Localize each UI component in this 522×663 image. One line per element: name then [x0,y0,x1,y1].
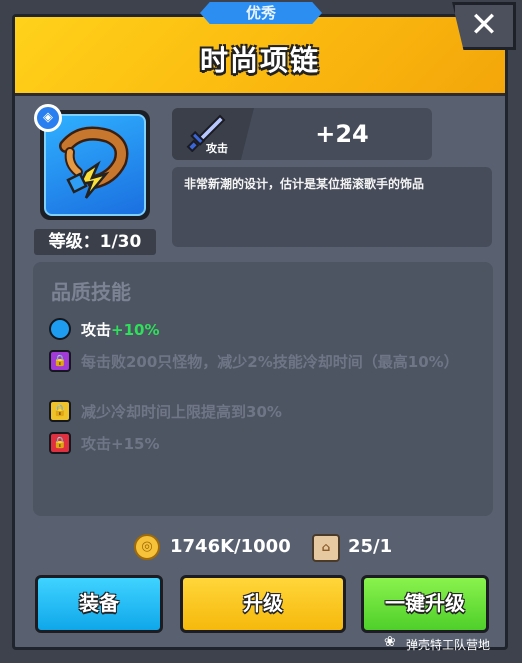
dialog-header: 时尚项链 [15,17,505,96]
coin-cost-text: 1746K/1000 [170,536,291,557]
wechat-icon: ❀ [384,634,396,650]
skill-name: 攻击 [81,321,112,339]
item-description: 非常新潮的设计，估计是某位摇滚歌手的饰品 [184,177,425,191]
stat-icon-area: 攻击 [172,108,254,160]
design-scroll-icon: ⌂ [312,534,340,562]
description-panel: 非常新潮的设计，估计是某位摇滚歌手的饰品 [172,167,492,247]
watermark: 弹壳特工队营地 [406,638,491,652]
stat-value: +24 [315,120,369,148]
quality-skills-panel: 品质技能 攻击+10% 🔒 每击败200只怪物，减少2%技能冷却时间（最高10%… [33,262,493,516]
lock-icon: 🔒 [49,350,71,372]
item-icon-frame[interactable]: ◈ [34,104,150,220]
necklace-icon [59,126,129,199]
scroll-cost-text: 25/1 [348,536,393,557]
item-level: 等级：1/30 [34,229,156,255]
upgrade-button[interactable]: 升级 [180,575,346,633]
one-click-upgrade-button[interactable]: 一键升级 [361,575,489,633]
skill-text: 每击败200只怪物，减少2%技能冷却时间（最高10%） [81,353,459,371]
skill-text: 攻击+15% [81,435,160,453]
lock-icon: 🔒 [49,432,71,454]
stat-panel: 攻击 +24 [172,108,432,160]
coin-icon: ◎ [134,534,160,560]
skill-text: 攻击+10% [81,319,481,341]
blue-circle-icon [49,318,71,340]
equip-button[interactable]: 装备 [35,575,163,633]
stat-label: 攻击 [206,142,228,155]
lock-icon: 🔒 [49,400,71,422]
item-name: 时尚项链 [199,44,320,77]
item-icon-background [44,114,146,216]
skill-text: 减少冷却时间上限提高到30% [81,403,282,421]
rarity-tag: 优秀 [200,2,322,24]
close-icon: ✕ [469,5,499,45]
skills-title: 品质技能 [51,280,131,304]
rarity-badge-icon: ◈ [34,104,62,132]
skill-bonus: +10% [111,321,160,339]
